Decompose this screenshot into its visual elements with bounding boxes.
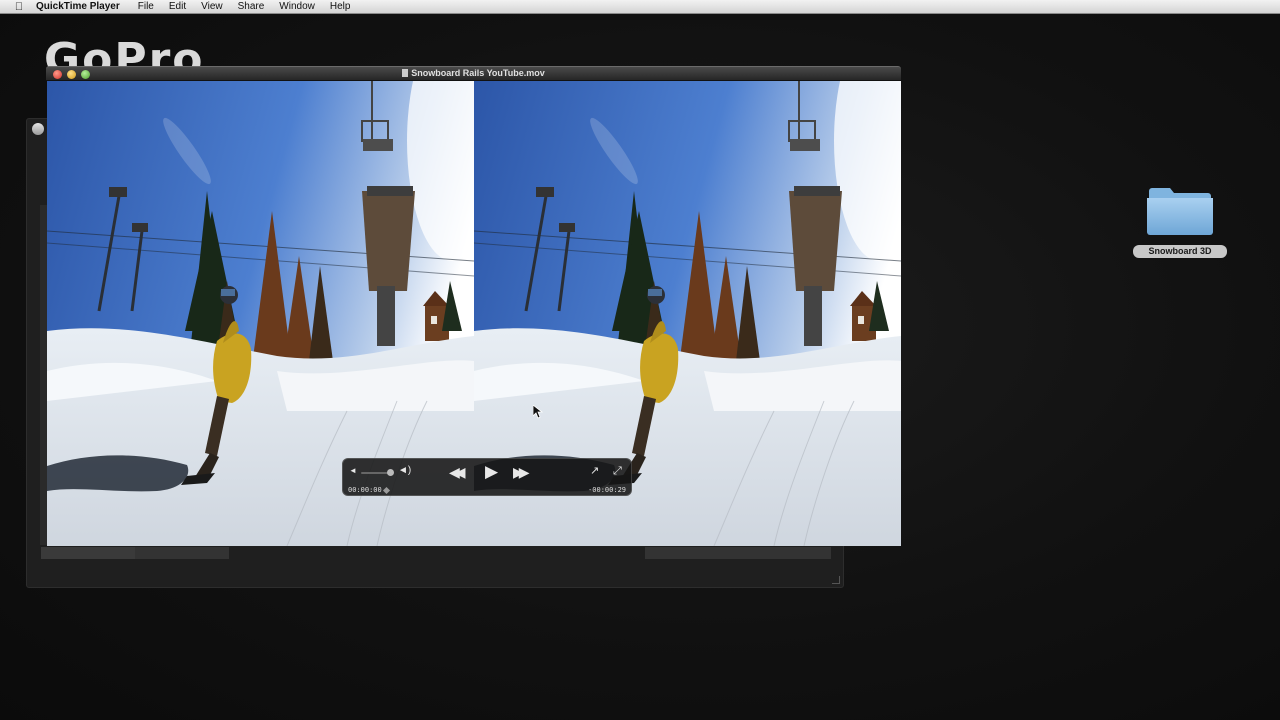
background-window-strip	[645, 547, 831, 559]
menu-file[interactable]: File	[138, 1, 154, 12]
apple-logo-icon[interactable]: 	[12, 0, 26, 14]
share-icon[interactable]: ↗	[590, 466, 599, 477]
speaker-high-icon[interactable]: ◄)	[398, 466, 411, 476]
gopro-logo: GoPro	[44, 38, 205, 68]
menu-edit[interactable]: Edit	[169, 1, 186, 12]
folder-icon	[1147, 188, 1213, 235]
playback-controller[interactable]: ◄ ◄) ◀◀ ▶ ▶▶ ↗ ⤢ 00:00:00 -00:00:29	[342, 458, 632, 496]
window-title-text: Snowboard Rails YouTube.mov	[411, 68, 545, 78]
remaining-time: -00:00:29	[588, 486, 626, 494]
fast-forward-icon[interactable]: ▶▶	[513, 465, 529, 479]
movie-file-icon	[402, 69, 409, 77]
volume-slider-knob[interactable]	[387, 469, 394, 476]
rewind-icon[interactable]: ◀◀	[449, 465, 465, 479]
menu-window[interactable]: Window	[279, 1, 315, 12]
desktop-folder[interactable]: Snowboard 3D	[1133, 178, 1227, 262]
menu-share[interactable]: Share	[238, 1, 265, 12]
current-time: 00:00:00	[348, 486, 382, 494]
menu-help[interactable]: Help	[330, 1, 351, 12]
window-title: Snowboard Rails YouTube.mov	[46, 68, 901, 78]
mouse-cursor-icon	[533, 405, 543, 419]
folder-label: Snowboard 3D	[1133, 245, 1227, 258]
window-titlebar[interactable]: Snowboard Rails YouTube.mov	[46, 66, 901, 81]
resize-grip-icon[interactable]	[832, 576, 840, 584]
background-window-strip	[135, 547, 229, 559]
background-window-strip	[41, 547, 135, 559]
play-icon[interactable]: ▶	[485, 463, 498, 480]
background-window-close-icon[interactable]	[32, 123, 44, 135]
speaker-low-icon[interactable]: ◄	[349, 467, 357, 475]
scrubber-playhead[interactable]	[382, 486, 391, 495]
menu-view[interactable]: View	[201, 1, 223, 12]
menu-bar:  QuickTime Player File Edit View Share …	[0, 0, 1280, 14]
fullscreen-icon[interactable]: ⤢	[613, 466, 622, 477]
menu-app-name[interactable]: QuickTime Player	[36, 1, 120, 12]
